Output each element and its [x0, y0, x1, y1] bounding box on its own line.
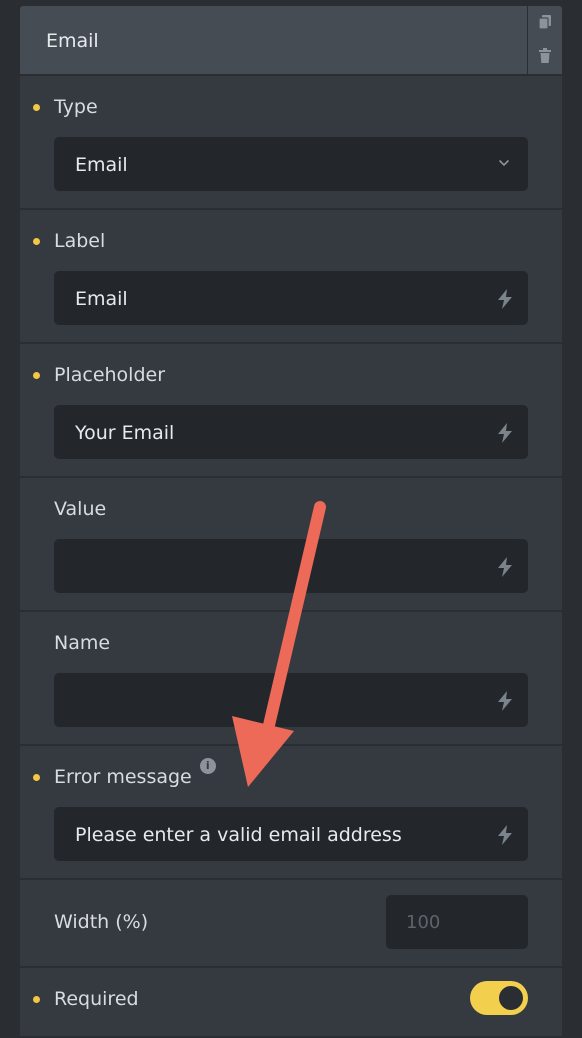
error-message-section: Error message i Please enter a valid ema…: [20, 746, 562, 880]
changed-indicator-dot: [33, 238, 40, 245]
lightning-icon[interactable]: [496, 557, 514, 577]
changed-indicator-dot: [33, 104, 40, 111]
type-section: Type Email: [20, 76, 562, 210]
info-icon[interactable]: i: [199, 758, 216, 774]
name-section: Name: [20, 612, 562, 746]
toggle-knob: [499, 986, 523, 1010]
element-actions: [527, 6, 562, 74]
width-input-placeholder: 100: [406, 912, 441, 933]
lightning-icon[interactable]: [496, 825, 514, 845]
element-header[interactable]: Email: [20, 6, 562, 76]
error-message-input-value: Please enter a valid email address: [75, 824, 402, 846]
changed-indicator-dot: [33, 372, 40, 379]
width-input[interactable]: 100: [386, 895, 528, 949]
placeholder-label: Placeholder: [54, 364, 166, 386]
lightning-icon[interactable]: [496, 423, 514, 443]
label-input[interactable]: Email: [54, 271, 528, 325]
value-label: Value: [54, 498, 107, 520]
placeholder-input-value: Your Email: [75, 422, 175, 444]
element-title: Email: [46, 30, 99, 52]
lightning-icon[interactable]: [496, 691, 514, 711]
value-input[interactable]: [54, 539, 528, 593]
value-section: Value: [20, 478, 562, 612]
trash-icon[interactable]: [538, 48, 552, 64]
type-label: Type: [54, 96, 98, 118]
required-section: Required: [20, 968, 562, 1038]
type-select-value: Email: [75, 154, 128, 176]
placeholder-section: Placeholder Your Email: [20, 344, 562, 478]
field-settings-panel: Email Type Email Label Email Placeholder…: [20, 6, 562, 1036]
chevron-down-icon: [498, 159, 510, 167]
name-label: Name: [54, 632, 111, 654]
width-label: Width (%): [54, 911, 149, 933]
placeholder-input[interactable]: Your Email: [54, 405, 528, 459]
name-input[interactable]: [54, 673, 528, 727]
label-input-value: Email: [75, 288, 128, 310]
error-message-label: Error message i: [54, 758, 216, 788]
width-section: Width (%) 100: [20, 880, 562, 968]
label-label: Label: [54, 230, 106, 252]
lightning-icon[interactable]: [496, 289, 514, 309]
required-toggle[interactable]: [470, 981, 528, 1015]
error-message-input[interactable]: Please enter a valid email address: [54, 807, 528, 861]
required-label: Required: [54, 988, 139, 1010]
label-section: Label Email: [20, 210, 562, 344]
error-message-label-text: Error message: [54, 766, 192, 788]
changed-indicator-dot: [33, 996, 40, 1003]
copy-icon[interactable]: [538, 14, 552, 30]
changed-indicator-dot: [33, 774, 40, 781]
type-select[interactable]: Email: [54, 137, 528, 191]
